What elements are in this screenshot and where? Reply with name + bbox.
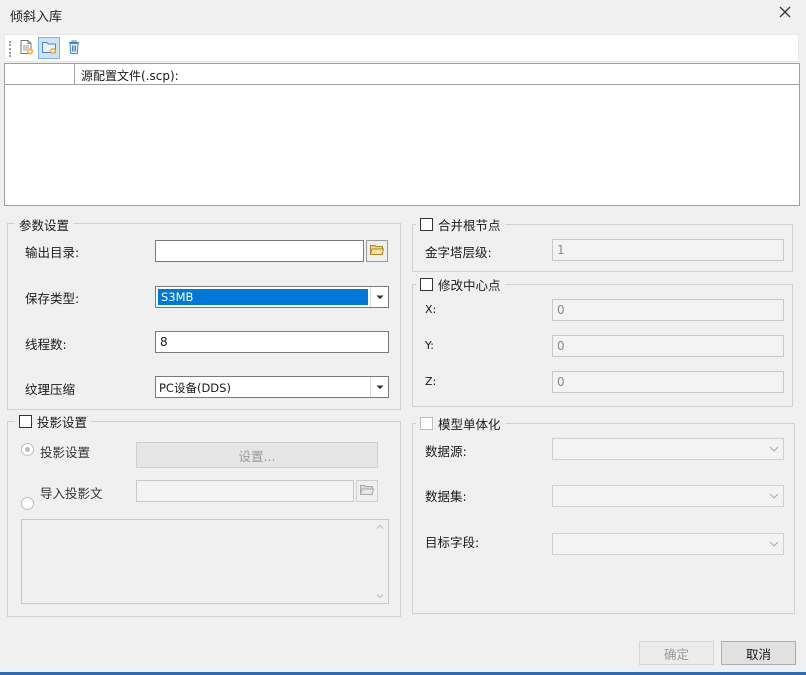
cancel-button[interactable]: 取消 <box>721 641 796 665</box>
add-folder-icon <box>41 39 57 58</box>
target-field-combo[interactable] <box>552 533 784 555</box>
output-dir-input[interactable] <box>155 240 364 262</box>
scroll-up-icon <box>376 524 383 529</box>
window-title: 倾斜入库 <box>10 10 63 25</box>
output-dir-browse-button[interactable] <box>366 240 388 262</box>
delete-button[interactable] <box>63 37 85 59</box>
params-legend: 参数设置 <box>15 215 74 234</box>
open-folder-icon <box>359 484 375 499</box>
projection-file-browse-button[interactable] <box>356 480 378 502</box>
target-field-label: 目标字段: <box>425 535 480 550</box>
datasource-combo[interactable] <box>552 438 784 460</box>
texture-combo[interactable]: PC设备(DDS) <box>155 376 389 398</box>
merge-root-legend-text: 合并根节点 <box>438 218 501 233</box>
singulation-checkbox[interactable] <box>420 417 433 430</box>
center-y-input[interactable]: 0 <box>552 335 784 357</box>
ok-button[interactable]: 确定 <box>639 641 714 665</box>
projection-legend[interactable]: 投影设置 <box>15 412 92 431</box>
projection-radio-settings[interactable] <box>21 443 34 456</box>
center-z-label: Z: <box>425 375 437 388</box>
new-file-icon <box>18 39 34 58</box>
pyramid-input[interactable]: 1 <box>552 239 784 261</box>
output-dir-label: 输出目录: <box>25 245 80 260</box>
chevron-down-icon[interactable] <box>765 439 783 459</box>
center-x-label: X: <box>425 303 437 316</box>
center-z-input[interactable]: 0 <box>552 371 784 393</box>
dataset-combo[interactable] <box>552 485 784 507</box>
table-header-cell-1 <box>5 64 75 85</box>
scroll-down-icon <box>376 594 383 599</box>
params-legend-text: 参数设置 <box>19 218 70 233</box>
texture-value: PC设备(DDS) <box>159 381 231 395</box>
chevron-down-icon[interactable] <box>765 534 783 554</box>
projection-settings-button[interactable]: 设置... <box>136 442 378 468</box>
threads-label: 线程数: <box>25 337 67 352</box>
chevron-down-icon[interactable] <box>765 486 783 506</box>
save-type-label: 保存类型: <box>25 291 80 306</box>
textbox-scrollbar[interactable] <box>371 520 388 603</box>
chevron-down-icon[interactable] <box>370 377 388 397</box>
texture-label: 纹理压缩 <box>25 382 76 397</box>
chevron-down-icon[interactable] <box>370 287 388 307</box>
singulation-legend[interactable]: 模型单体化 <box>416 414 505 433</box>
projection-radio-import[interactable] <box>21 497 34 510</box>
singulation-legend-text: 模型单体化 <box>438 417 501 432</box>
pyramid-label: 金字塔层级: <box>425 245 492 260</box>
merge-root-legend[interactable]: 合并根节点 <box>416 215 505 234</box>
toolbar-grip <box>9 41 11 57</box>
table-header-source-config: 源配置文件(.scp): <box>81 69 179 83</box>
save-type-combo[interactable]: S3MB <box>155 286 389 308</box>
dataset-label: 数据集: <box>425 489 467 504</box>
projection-legend-text: 投影设置 <box>37 415 88 430</box>
projection-radio-settings-label: 投影设置 <box>40 445 91 460</box>
open-folder-icon <box>369 244 385 259</box>
projection-info-textbox[interactable] <box>21 519 389 604</box>
source-config-table[interactable]: 源配置文件(.scp): <box>4 63 800 206</box>
center-point-checkbox[interactable] <box>420 278 433 291</box>
close-icon[interactable] <box>777 4 793 20</box>
datasource-label: 数据源: <box>425 444 467 459</box>
center-point-legend[interactable]: 修改中心点 <box>416 275 505 294</box>
save-type-selected: S3MB <box>158 289 368 305</box>
threads-input[interactable]: 8 <box>155 331 389 353</box>
projection-radio-import-label: 导入投影文 <box>40 486 103 501</box>
center-y-label: Y: <box>425 339 434 352</box>
projection-file-input[interactable] <box>136 480 354 502</box>
merge-root-checkbox[interactable] <box>420 218 433 231</box>
table-header: 源配置文件(.scp): <box>5 64 799 85</box>
add-folder-button[interactable] <box>38 37 60 59</box>
new-file-button[interactable] <box>15 37 37 59</box>
projection-checkbox[interactable] <box>19 415 32 428</box>
toolbar <box>4 34 799 62</box>
delete-icon <box>66 39 82 58</box>
center-x-input[interactable]: 0 <box>552 299 784 321</box>
center-point-legend-text: 修改中心点 <box>438 278 501 293</box>
